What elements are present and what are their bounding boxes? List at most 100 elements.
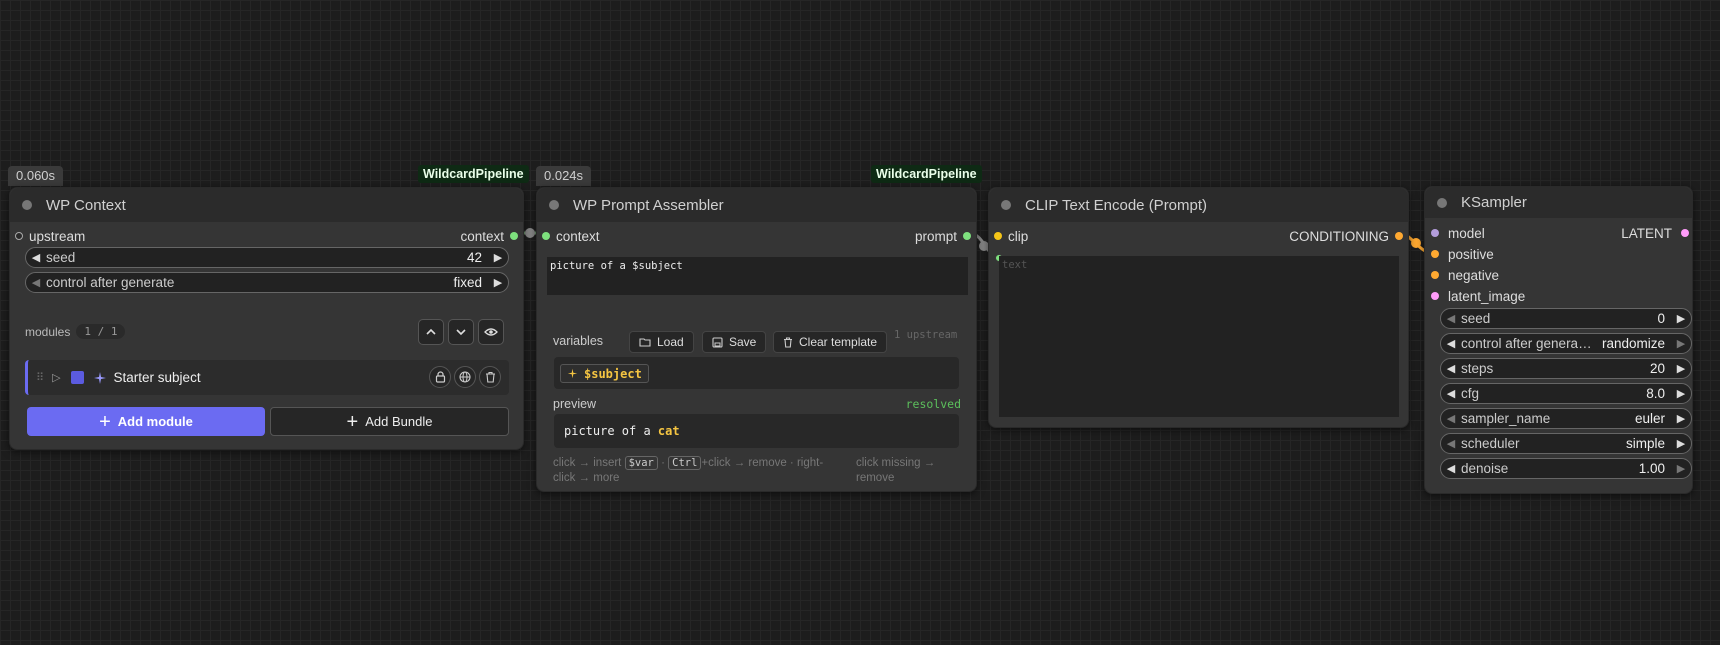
node-title-bar[interactable]: WP Context bbox=[10, 188, 523, 222]
ksampler-node[interactable]: KSampler model LATENT positive negative … bbox=[1424, 186, 1693, 494]
decrement-arrow-icon[interactable]: ◀ bbox=[26, 276, 46, 289]
input-slot-model[interactable]: model bbox=[1431, 224, 1485, 242]
upstream-count: 1 upstream bbox=[894, 329, 958, 341]
sparkle-icon bbox=[567, 368, 578, 379]
negative-socket-icon[interactable] bbox=[1431, 271, 1439, 279]
decrement-arrow-icon[interactable]: ◀ bbox=[1441, 462, 1461, 475]
collapse-dot-icon[interactable] bbox=[22, 200, 32, 210]
ksampler-sampler-name-widget[interactable]: ◀ sampler_name euler ▶ bbox=[1440, 408, 1692, 429]
output-slot-context[interactable]: context bbox=[460, 227, 518, 245]
widget-value: 0 bbox=[1657, 311, 1665, 326]
increment-arrow-icon[interactable]: ▶ bbox=[1671, 362, 1691, 375]
conditioning-socket-icon[interactable] bbox=[1395, 232, 1403, 240]
node-title-bar[interactable]: WP Prompt Assembler bbox=[537, 188, 976, 222]
expand-triangle-icon[interactable]: ▷ bbox=[52, 371, 60, 384]
context-socket-icon[interactable] bbox=[510, 232, 518, 240]
decrement-arrow-icon[interactable]: ◀ bbox=[1441, 437, 1461, 450]
latent-socket-icon[interactable] bbox=[1681, 229, 1689, 237]
text-prompt-textarea[interactable]: text bbox=[999, 256, 1399, 417]
delete-module-button[interactable] bbox=[479, 366, 501, 388]
save-icon bbox=[712, 336, 723, 348]
wp-prompt-assembler-node[interactable]: WP Prompt Assembler context prompt pictu… bbox=[536, 187, 977, 492]
variable-chip[interactable]: $subject bbox=[560, 364, 649, 383]
button-label: Add module bbox=[117, 414, 193, 429]
increment-arrow-icon[interactable]: ▶ bbox=[1671, 437, 1691, 450]
input-slot-negative[interactable]: negative bbox=[1431, 266, 1499, 284]
chevron-up-icon bbox=[426, 328, 436, 335]
decrement-arrow-icon[interactable]: ◀ bbox=[1441, 312, 1461, 325]
clip-socket-icon[interactable] bbox=[994, 232, 1002, 240]
wp-context-node[interactable]: WP Context upstream context ◀ seed 42 ▶ … bbox=[9, 187, 524, 450]
prompt-socket-icon[interactable] bbox=[963, 232, 971, 240]
move-up-button[interactable] bbox=[418, 319, 444, 345]
add-bundle-button[interactable]: + Add Bundle bbox=[270, 407, 509, 436]
decrement-arrow-icon[interactable]: ◀ bbox=[1441, 337, 1461, 350]
widget-label: scheduler bbox=[1461, 436, 1520, 451]
drag-handle-icon[interactable]: ⠿ bbox=[36, 371, 44, 384]
ksampler-control-widget[interactable]: ◀ control after genera… randomize ▶ bbox=[1440, 333, 1692, 354]
decrement-arrow-icon[interactable]: ◀ bbox=[26, 251, 46, 264]
link-conditioning-knot bbox=[1411, 238, 1421, 248]
collapse-dot-icon[interactable] bbox=[549, 200, 559, 210]
output-slot-conditioning[interactable]: CONDITIONING bbox=[1289, 227, 1403, 245]
increment-arrow-icon[interactable]: ▶ bbox=[488, 276, 508, 289]
template-textarea[interactable]: picture of a $subject bbox=[547, 257, 968, 295]
ksampler-seed-widget[interactable]: ◀ seed 0 ▶ bbox=[1440, 308, 1692, 329]
toggle-visibility-button[interactable] bbox=[478, 319, 504, 345]
control-after-generate-widget[interactable]: ◀ control after generate fixed ▶ bbox=[25, 272, 509, 293]
widget-value: euler bbox=[1634, 411, 1665, 426]
output-slot-latent[interactable]: LATENT bbox=[1621, 224, 1689, 242]
node-title-bar[interactable]: KSampler bbox=[1425, 187, 1692, 218]
hint-var-key: $var bbox=[624, 456, 658, 470]
latent-image-socket-icon[interactable] bbox=[1431, 292, 1439, 300]
input-slot-clip[interactable]: clip bbox=[994, 227, 1028, 245]
lock-button[interactable] bbox=[429, 366, 451, 388]
positive-socket-icon[interactable] bbox=[1431, 250, 1439, 258]
hint-ctrl-key: Ctrl bbox=[668, 456, 702, 470]
ksampler-cfg-widget[interactable]: ◀ cfg 8.0 ▶ bbox=[1440, 383, 1692, 404]
clear-template-button[interactable]: Clear template bbox=[773, 331, 888, 353]
decrement-arrow-icon[interactable]: ◀ bbox=[1441, 362, 1461, 375]
execution-time-badge: 0.024s bbox=[536, 166, 592, 186]
load-button[interactable]: Load bbox=[629, 331, 694, 353]
collapse-dot-icon[interactable] bbox=[1001, 200, 1011, 210]
clip-text-encode-node[interactable]: CLIP Text Encode (Prompt) clip CONDITION… bbox=[988, 187, 1409, 428]
ksampler-scheduler-widget[interactable]: ◀ scheduler simple ▶ bbox=[1440, 433, 1692, 454]
input-slot-context[interactable]: context bbox=[542, 227, 600, 245]
input-slot-latent-image[interactable]: latent_image bbox=[1431, 287, 1525, 305]
help-hint-missing: click missing → remove bbox=[856, 457, 936, 484]
ksampler-steps-widget[interactable]: ◀ steps 20 ▶ bbox=[1440, 358, 1692, 379]
increment-arrow-icon[interactable]: ▶ bbox=[1671, 387, 1691, 400]
increment-arrow-icon[interactable]: ▶ bbox=[1671, 412, 1691, 425]
decrement-arrow-icon[interactable]: ◀ bbox=[1441, 412, 1461, 425]
move-down-button[interactable] bbox=[448, 319, 474, 345]
module-color-swatch[interactable] bbox=[70, 371, 84, 384]
output-slot-prompt[interactable]: prompt bbox=[915, 227, 971, 245]
ksampler-denoise-widget[interactable]: ◀ denoise 1.00 ▶ bbox=[1440, 458, 1692, 479]
seed-widget[interactable]: ◀ seed 42 ▶ bbox=[25, 247, 509, 268]
input-slot-positive[interactable]: positive bbox=[1431, 245, 1494, 263]
increment-arrow-icon[interactable]: ▶ bbox=[1671, 337, 1691, 350]
global-button[interactable] bbox=[454, 366, 476, 388]
preview-text: picture of a bbox=[564, 424, 658, 438]
input-slot-upstream[interactable]: upstream bbox=[15, 227, 85, 245]
slot-label: CONDITIONING bbox=[1289, 228, 1389, 244]
context-socket-icon[interactable] bbox=[542, 232, 550, 240]
hint-text: · bbox=[661, 457, 665, 469]
chip-label: $subject bbox=[584, 366, 642, 381]
module-row[interactable]: ⠿ ▷ Starter subject bbox=[25, 360, 509, 395]
add-module-button[interactable]: + Add module bbox=[27, 407, 265, 436]
collapse-dot-icon[interactable] bbox=[1437, 197, 1447, 208]
preview-box: picture of a cat bbox=[554, 414, 959, 448]
increment-arrow-icon[interactable]: ▶ bbox=[1671, 312, 1691, 325]
upstream-socket-icon[interactable] bbox=[15, 232, 23, 240]
modules-header: modules 1 / 1 bbox=[25, 324, 126, 339]
increment-arrow-icon[interactable]: ▶ bbox=[1671, 462, 1691, 475]
increment-arrow-icon[interactable]: ▶ bbox=[488, 251, 508, 264]
button-label: Load bbox=[657, 335, 684, 349]
save-button[interactable]: Save bbox=[702, 331, 767, 353]
model-socket-icon[interactable] bbox=[1431, 229, 1439, 237]
node-title-bar[interactable]: CLIP Text Encode (Prompt) bbox=[989, 188, 1408, 222]
decrement-arrow-icon[interactable]: ◀ bbox=[1441, 387, 1461, 400]
globe-icon bbox=[459, 371, 471, 383]
